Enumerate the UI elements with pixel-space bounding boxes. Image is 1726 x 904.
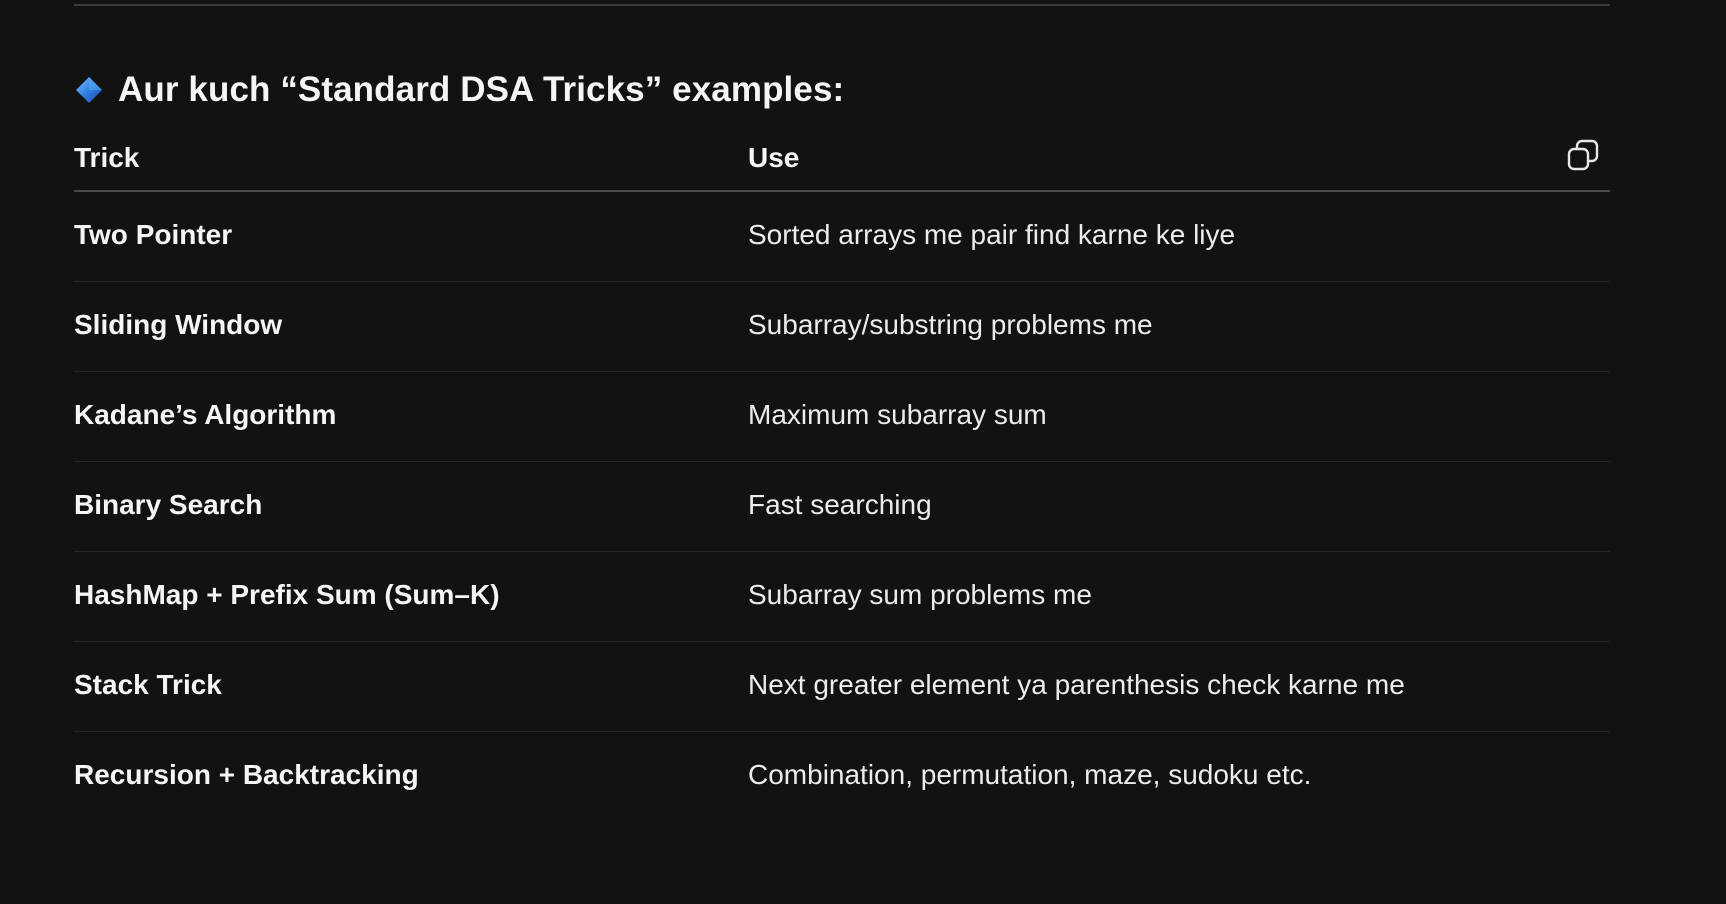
copy-table-button[interactable] xyxy=(1564,136,1602,174)
table-row: Sliding Window Subarray/substring proble… xyxy=(74,282,1610,372)
table-row: Recursion + Backtracking Combination, pe… xyxy=(74,732,1610,821)
chat-response-page: Aur kuch “Standard DSA Tricks” examples:… xyxy=(0,0,1726,904)
use-cell: Subarray sum problems me xyxy=(748,579,1092,610)
use-cell: Maximum subarray sum xyxy=(748,399,1047,430)
column-header-use: Use xyxy=(748,142,800,173)
table-row: HashMap + Prefix Sum (Sum–K) Subarray su… xyxy=(74,552,1610,642)
table-row: Binary Search Fast searching xyxy=(74,462,1610,552)
small-blue-diamond-icon xyxy=(74,75,104,105)
table-row: Two Pointer Sorted arrays me pair find k… xyxy=(74,192,1610,282)
use-cell: Subarray/substring problems me xyxy=(748,309,1153,340)
trick-cell: HashMap + Prefix Sum (Sum–K) xyxy=(74,579,500,610)
use-cell: Fast searching xyxy=(748,489,932,520)
trick-cell: Binary Search xyxy=(74,489,263,520)
heading-text: Aur kuch “Standard DSA Tricks” examples: xyxy=(118,70,845,109)
use-cell: Combination, permutation, maze, sudoku e… xyxy=(748,759,1312,790)
table-row: Kadane’s Algorithm Maximum subarray sum xyxy=(74,372,1610,462)
trick-cell: Recursion + Backtracking xyxy=(74,759,419,790)
copy-icon xyxy=(1567,139,1599,171)
use-cell: Sorted arrays me pair find karne ke liye xyxy=(748,219,1236,250)
trick-cell: Stack Trick xyxy=(74,669,222,700)
table-header: Trick Use xyxy=(74,130,1610,192)
column-header-trick: Trick xyxy=(74,142,140,173)
table-body: Two Pointer Sorted arrays me pair find k… xyxy=(74,192,1610,821)
table-row: Stack Trick Next greater element ya pare… xyxy=(74,642,1610,732)
trick-cell: Kadane’s Algorithm xyxy=(74,399,337,430)
section-divider xyxy=(74,4,1610,6)
tricks-table: Trick Use Two Pointer Sorted arrays me p… xyxy=(74,130,1610,821)
trick-cell: Sliding Window xyxy=(74,309,283,340)
use-cell: Next greater element ya parenthesis chec… xyxy=(748,669,1405,700)
section-heading: Aur kuch “Standard DSA Tricks” examples: xyxy=(74,68,844,112)
trick-cell: Two Pointer xyxy=(74,219,233,250)
